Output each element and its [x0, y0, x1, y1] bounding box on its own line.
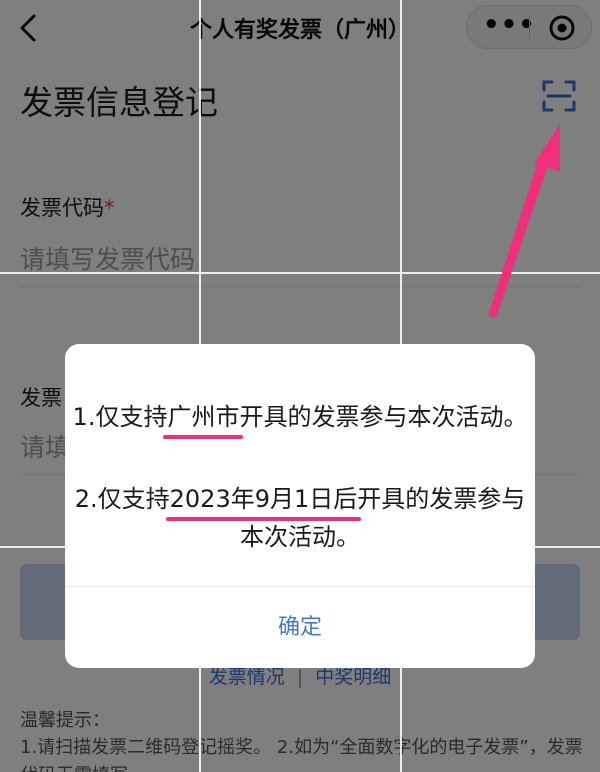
notice-line-2: 2.仅支持2023年9月1日后开具的发票参与本次活动。 — [65, 480, 535, 556]
highlight-city: 广州市 — [163, 398, 244, 439]
app-page: 个人有奖发票（广州） ••• 发票信息登记 发票代码* 请填写发票代码 发票 请… — [0, 0, 600, 772]
notice-dialog: 1.仅支持广州市开具的发票参与本次活动。 2.仅支持2023年9月1日后开具的发… — [65, 344, 535, 668]
notice-line-1: 1.仅支持广州市开具的发票参与本次活动。 — [65, 398, 535, 439]
confirm-button[interactable]: 确定 — [65, 587, 535, 668]
notice-line-2-pre: 2.仅支持 — [74, 485, 170, 513]
notice-line-1-post: 开具的发票参与本次活动。 — [239, 403, 528, 431]
notice-line-1-pre: 1.仅支持 — [72, 403, 168, 431]
highlight-date: 2023年9月1日后 — [165, 480, 361, 521]
